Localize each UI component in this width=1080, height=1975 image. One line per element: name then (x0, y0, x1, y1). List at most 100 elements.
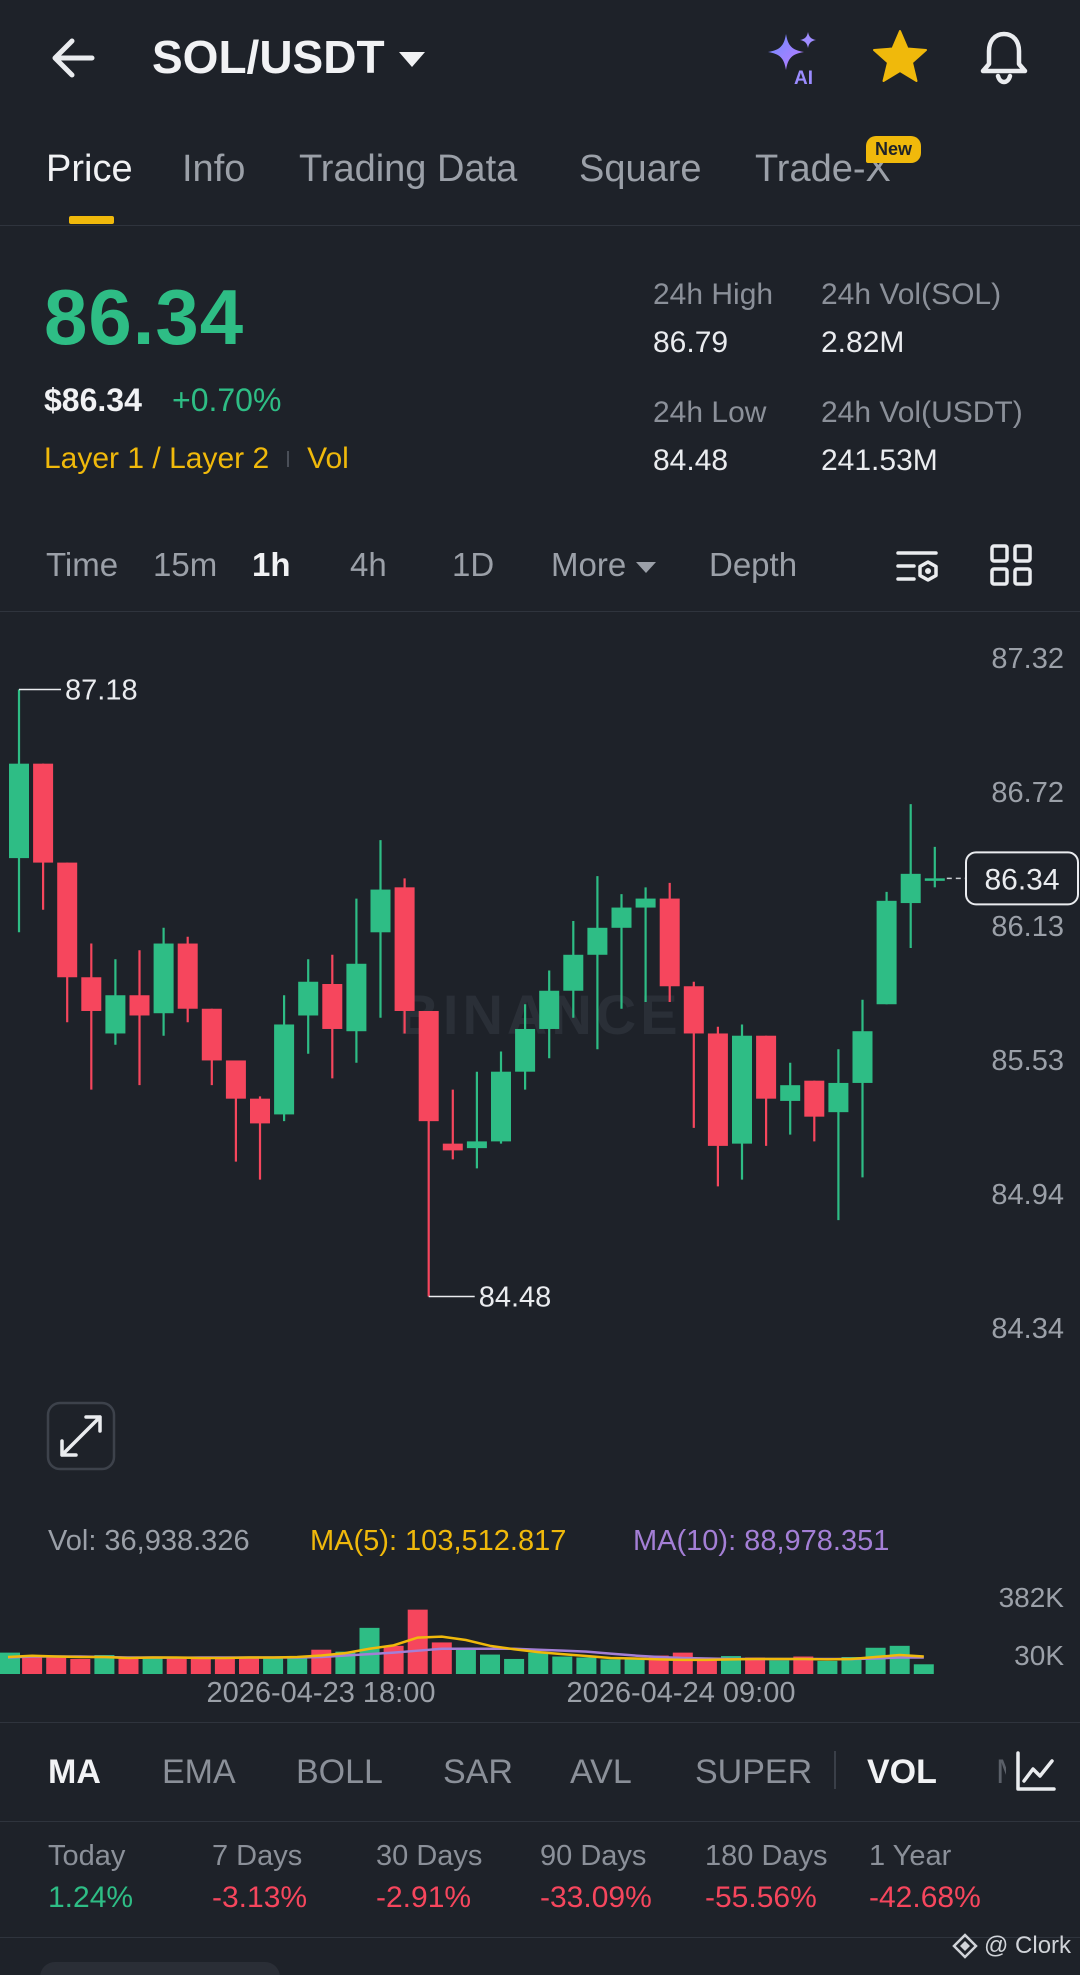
candle-body (635, 898, 656, 908)
indicator-ema[interactable]: EMA (162, 1753, 236, 1792)
interval-bar: Time 15m 1h 4h 1D More Depth (0, 530, 1080, 612)
interval-4h[interactable]: 4h (350, 546, 387, 584)
perf-7-days: 7 Days -3.13% (212, 1840, 307, 1915)
candle-body (852, 1031, 873, 1083)
interval-1h[interactable]: 1h (252, 546, 291, 584)
active-tab-indicator (69, 216, 114, 224)
volume-axis-tick: 30K (1014, 1640, 1064, 1671)
indicator-bar: MA EMA BOLL SAR AVL SUPER VOL M (0, 1722, 1080, 1822)
tag-layer[interactable]: Layer 1 / Layer 2 (44, 442, 269, 476)
volume-bar (672, 1652, 693, 1674)
candle-body (707, 1033, 728, 1146)
volume-bar (528, 1652, 549, 1674)
bottom-bar-hint (40, 1962, 280, 1975)
interval-more[interactable]: More (551, 546, 657, 584)
tab-info[interactable]: Info (182, 148, 245, 191)
indicator-boll[interactable]: BOLL (296, 1753, 383, 1792)
high-value: 86.79 (653, 326, 729, 359)
kline-chart[interactable]: BINANCE 87.3286.7286.1385.5384.9484.34 8… (0, 612, 1080, 1722)
pair-selector[interactable]: SOL/USDT (152, 30, 425, 84)
candle-body (804, 1080, 825, 1117)
volume-bar (431, 1642, 452, 1674)
candle-body (659, 898, 680, 987)
line-chart-icon[interactable] (1014, 1749, 1058, 1793)
interval-time[interactable]: Time (46, 546, 118, 584)
perf-180-days: 180 Days -55.56% (705, 1840, 828, 1915)
candle-body (515, 1028, 536, 1072)
perf-value: -2.91% (376, 1881, 472, 1914)
perf-value: 1.24% (48, 1881, 134, 1914)
price-axis-tick: 84.94 (991, 1179, 1064, 1211)
candle-body (274, 1024, 295, 1115)
tab-trading-data[interactable]: Trading Data (299, 148, 517, 191)
candle-body (732, 1035, 752, 1144)
volume-bar (287, 1657, 308, 1674)
main-tabs: Price Info Trading Data Square Trade-X N… (0, 116, 1080, 226)
ai-label: AI (794, 68, 813, 88)
candle-body (57, 862, 78, 978)
back-arrow-icon[interactable] (44, 28, 104, 88)
volume-bar (817, 1660, 838, 1674)
volume-bar (118, 1657, 139, 1674)
usd-price: $86.34 (44, 382, 142, 418)
top-bar: SOL/USDT AI (0, 0, 1080, 116)
volume-bar (214, 1657, 235, 1674)
candle-body (225, 1060, 246, 1099)
volume-bar (311, 1649, 332, 1674)
candle-body (105, 995, 126, 1034)
credit-watermark: @ Clork (952, 1932, 1071, 1960)
perf-label: 30 Days (376, 1840, 483, 1872)
layout-grid-icon[interactable] (990, 544, 1032, 586)
indicator-vol[interactable]: VOL (867, 1753, 937, 1792)
star-icon[interactable] (870, 28, 930, 86)
candle-body (346, 963, 367, 1032)
candle-body (611, 907, 632, 928)
price-axis-tick: 87.32 (991, 643, 1064, 675)
perf-value: -55.56% (705, 1881, 817, 1914)
price-axis-tick: 84.34 (991, 1313, 1064, 1345)
perf-value: -33.09% (540, 1881, 652, 1914)
volume-panel (0, 1609, 934, 1674)
time-axis-label: 2026-04-24 09:00 (567, 1677, 796, 1709)
vol-usdt-value: 241.53M (821, 444, 938, 477)
indicator-ma[interactable]: MA (48, 1753, 101, 1792)
perf-label: 7 Days (212, 1840, 303, 1872)
price-axis: 87.32 86.72 86.13 85.53 84.94 84.34 (991, 643, 1064, 1345)
chevron-down-icon (636, 561, 657, 573)
volume-bar (455, 1648, 476, 1674)
indicator-sar[interactable]: SAR (443, 1753, 513, 1792)
indicator-super[interactable]: SUPER (695, 1753, 812, 1792)
candle-body (780, 1085, 801, 1101)
tag-vol[interactable]: Vol (307, 442, 349, 476)
volume-bar (696, 1658, 717, 1674)
price-axis-tick: 86.13 (991, 911, 1064, 943)
perf-90-days: 90 Days -33.09% (540, 1840, 652, 1915)
candle-body (442, 1143, 463, 1151)
candle-body (322, 984, 343, 1029)
low-label: 24h Low (653, 396, 767, 429)
indicator-avl[interactable]: AVL (570, 1753, 632, 1792)
volume-bar (576, 1657, 597, 1674)
volume-bar (889, 1645, 910, 1674)
perf-today: Today 1.24% (48, 1840, 133, 1915)
price-axis-tick: 86.72 (991, 777, 1064, 809)
volume-ma5-label: MA(5): 103,512.817 (310, 1525, 566, 1557)
tab-price[interactable]: Price (46, 148, 133, 191)
ai-sparkle-icon[interactable]: AI (762, 26, 824, 88)
chart-settings-icon[interactable] (896, 544, 942, 590)
expand-button[interactable] (46, 1401, 116, 1471)
current-price-label: 86.34 (984, 863, 1059, 896)
bell-icon[interactable] (974, 26, 1034, 86)
tag-divider (287, 451, 290, 467)
candle-body (539, 990, 560, 1029)
interval-15m[interactable]: 15m (153, 546, 217, 584)
volume-bar (70, 1658, 91, 1674)
interval-1d[interactable]: 1D (452, 546, 494, 584)
candle-body (756, 1035, 777, 1099)
volume-bar (913, 1664, 934, 1674)
tab-square[interactable]: Square (579, 148, 702, 191)
volume-bar (142, 1656, 163, 1674)
interval-depth[interactable]: Depth (709, 546, 797, 584)
candle-body (924, 878, 945, 881)
more-label: More (551, 546, 627, 583)
